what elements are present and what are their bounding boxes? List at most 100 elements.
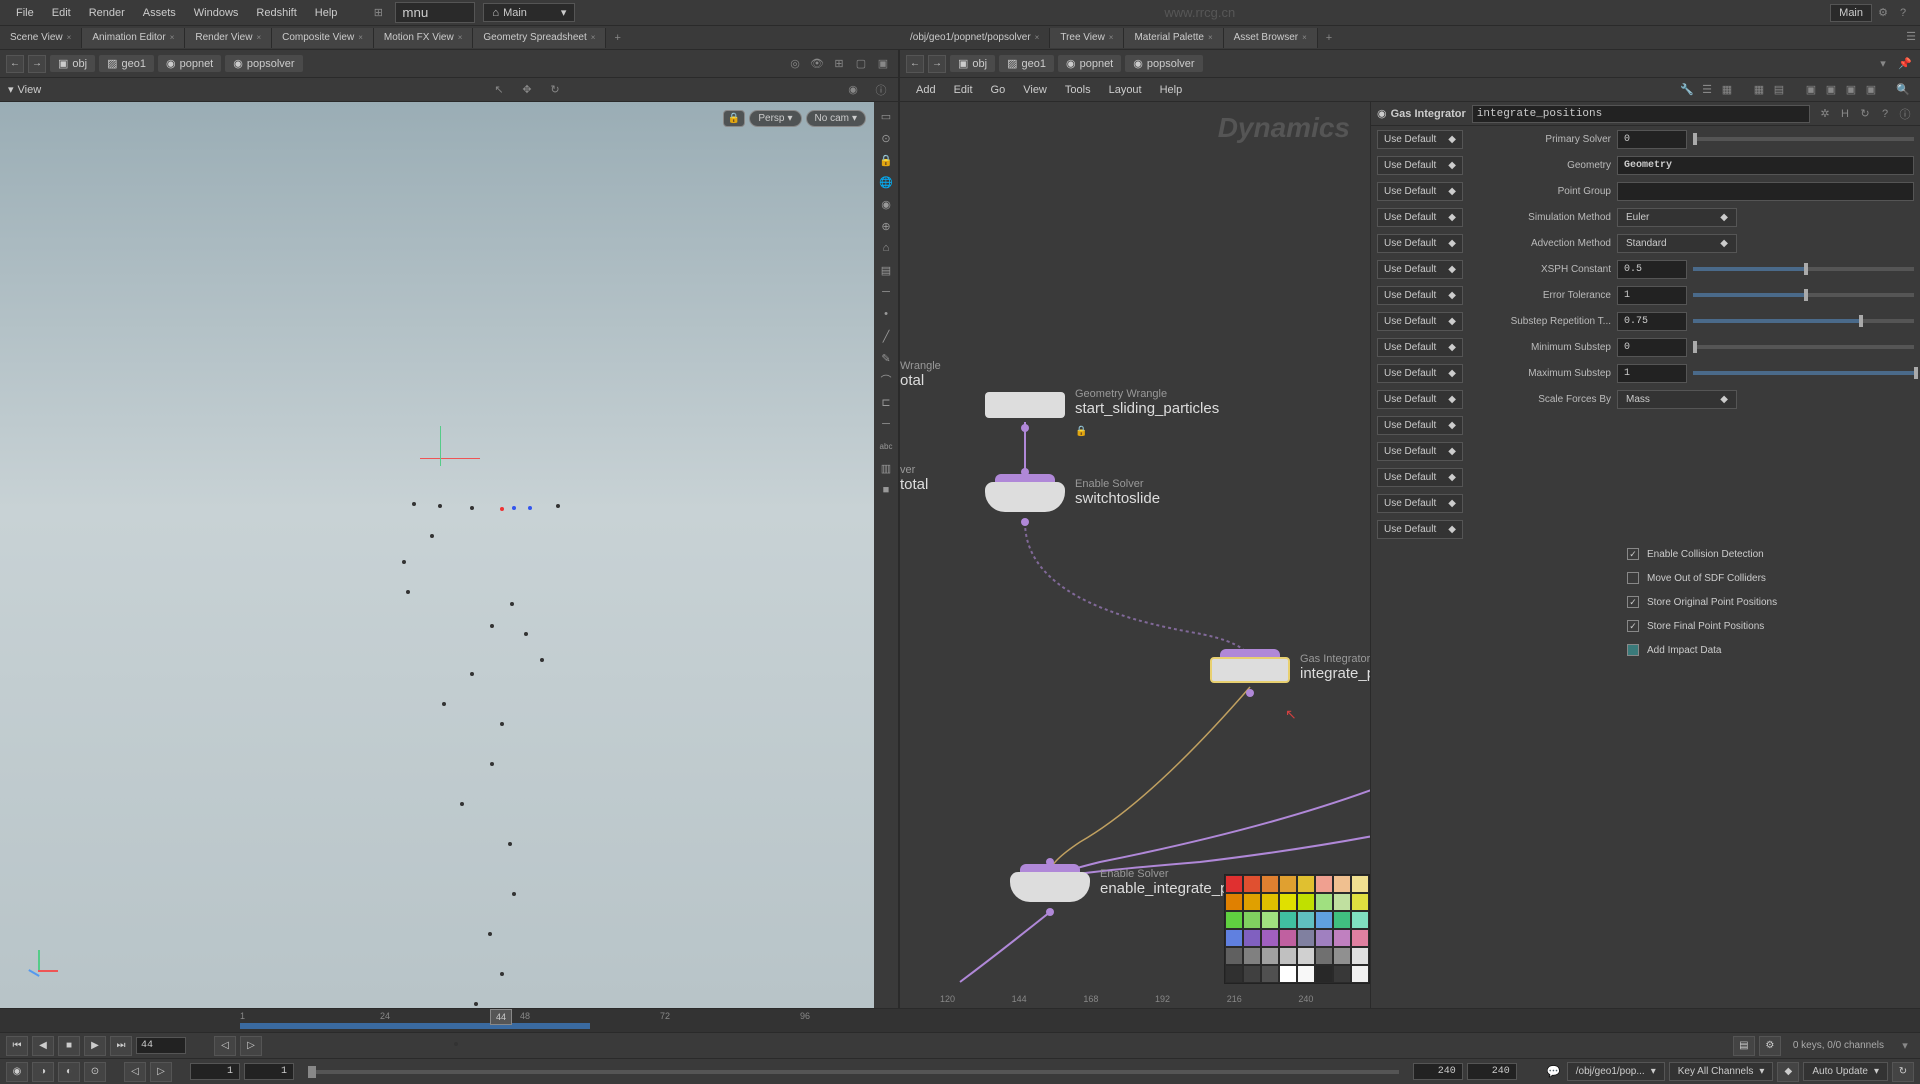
color-swatch[interactable] [1333,893,1351,911]
tab-motion-fx-view[interactable]: Motion FX View× [374,28,474,48]
layout2-icon[interactable]: ▤ [1770,81,1788,99]
param-value-input[interactable] [1617,364,1687,383]
step-fwd-button[interactable]: ▷ [240,1036,262,1056]
node-start-sliding[interactable]: Geometry Wranglestart_sliding_particles … [985,392,1065,418]
color-palette[interactable] [1224,874,1370,984]
color-swatch[interactable] [1225,929,1243,947]
color-swatch[interactable] [1225,893,1243,911]
menu-icon[interactable]: ▾ [1874,55,1892,73]
viewport-3d[interactable]: 🔒 Persp ▾ No cam ▾ [0,102,874,1008]
opt3-icon[interactable]: ▣ [1842,81,1860,99]
select-icon[interactable]: ↖ [490,81,508,99]
view-select[interactable]: ▾ View [8,83,41,96]
color-swatch[interactable] [1297,929,1315,947]
param-slider[interactable] [1693,137,1914,141]
h-icon[interactable]: H [1836,105,1854,123]
bc-geo1[interactable]: ▨geo1 [99,55,154,72]
color-swatch[interactable] [1297,965,1315,983]
bb-next[interactable]: ▷ [150,1062,172,1082]
bc-obj[interactable]: ▣obj [50,55,95,72]
tab-asset-browser[interactable]: Asset Browser× [1224,28,1318,48]
color-swatch[interactable] [1243,965,1261,983]
layout1-icon[interactable]: ▦ [1750,81,1768,99]
color-swatch[interactable] [1315,929,1333,947]
param-value-input[interactable] [1617,312,1687,331]
color-swatch[interactable] [1351,965,1369,983]
bc-geo1[interactable]: ▨geo1 [999,55,1054,72]
param-checkbox-row[interactable]: Store Final Point Positions [1371,614,1920,638]
first-frame-button[interactable]: ⏮ [6,1036,28,1056]
keys-menu-icon[interactable]: ▾ [1896,1037,1914,1055]
checkbox[interactable] [1627,644,1639,656]
param-dropdown[interactable]: Euler◆ [1617,208,1737,227]
color-swatch[interactable] [1261,929,1279,947]
menu-assets[interactable]: Assets [135,3,184,23]
forward-button[interactable]: → [928,55,946,73]
use-default-dropdown[interactable]: Use Default◆ [1377,364,1463,383]
param-checkbox-row[interactable]: Enable Collision Detection [1371,542,1920,566]
checkbox[interactable] [1627,596,1639,608]
color-swatch[interactable] [1297,893,1315,911]
node-menu-go[interactable]: Go [983,80,1014,100]
bb-btn2[interactable]: ◑ [32,1062,54,1082]
color-swatch[interactable] [1333,929,1351,947]
bc-popsolver[interactable]: ◉popsolver [1125,55,1202,72]
color-swatch[interactable] [1279,965,1297,983]
bb-prev[interactable]: ◁ [124,1062,146,1082]
use-default-dropdown[interactable]: Use Default◆ [1377,338,1463,357]
close-icon[interactable]: × [591,33,596,42]
use-default-dropdown[interactable]: Use Default◆ [1377,156,1463,175]
close-icon[interactable]: × [1302,33,1307,42]
current-frame-input[interactable] [136,1037,186,1054]
tool-lock-icon[interactable]: 🔒 [876,150,896,170]
color-swatch[interactable] [1315,893,1333,911]
param-value-input[interactable] [1617,338,1687,357]
bc-popsolver[interactable]: ◉popsolver [225,55,302,72]
use-default-dropdown[interactable]: Use Default◆ [1377,182,1463,201]
color-swatch[interactable] [1243,893,1261,911]
color-swatch[interactable] [1243,929,1261,947]
color-swatch[interactable] [1333,947,1351,965]
node-canvas[interactable]: Dynamics Wrangle otal ver t [900,102,1370,1008]
use-default-dropdown[interactable]: Use Default◆ [1377,130,1463,149]
node-menu-add[interactable]: Add [908,80,944,100]
color-swatch[interactable] [1261,875,1279,893]
color-swatch[interactable] [1243,911,1261,929]
use-default-dropdown[interactable]: Use Default◆ [1377,286,1463,305]
menu-redshift[interactable]: Redshift [248,3,304,23]
help-icon[interactable]: ? [1876,105,1894,123]
tool-text-icon[interactable]: abc [876,436,896,456]
context-dropdown[interactable]: ⌂Main▾ [483,3,575,22]
last-frame-button[interactable]: ⏭ [110,1036,132,1056]
key-add-button[interactable]: ◆ [1777,1062,1799,1082]
camera-icon[interactable]: ▣ [874,55,892,73]
tool-pointer-icon[interactable]: ▭ [876,106,896,126]
opt1-icon[interactable]: ▣ [1802,81,1820,99]
use-default-dropdown[interactable]: Use Default◆ [1377,234,1463,253]
rotate-icon[interactable]: ↻ [546,81,564,99]
color-swatch[interactable] [1279,947,1297,965]
tab-render-view[interactable]: Render View× [185,28,272,48]
right-context-dropdown[interactable]: Main [1830,4,1872,22]
param-value-input[interactable] [1617,286,1687,305]
param-checkbox-row[interactable]: Store Original Point Positions [1371,590,1920,614]
node-menu-layout[interactable]: Layout [1101,80,1150,100]
camera-badge[interactable]: No cam ▾ [806,110,866,127]
param-dropdown[interactable]: Standard◆ [1617,234,1737,253]
wrench-icon[interactable]: 🔧 [1678,81,1696,99]
close-icon[interactable]: × [67,33,72,42]
color-swatch[interactable] [1225,911,1243,929]
close-icon[interactable]: × [458,33,463,42]
tool-layers-icon[interactable]: ▤ [876,260,896,280]
ghost-icon[interactable]: ◎ [786,55,804,73]
tab-node-path[interactable]: /obj/geo1/popnet/popsolver× [900,28,1050,48]
step-back-button[interactable]: ◁ [214,1036,236,1056]
use-default-dropdown[interactable]: Use Default◆ [1377,494,1463,513]
color-swatch[interactable] [1261,965,1279,983]
param-value-input[interactable] [1617,130,1687,149]
tab-material-palette[interactable]: Material Palette× [1124,28,1223,48]
node-menu-view[interactable]: View [1015,80,1055,100]
tool-home-icon[interactable]: ⌂ [876,238,896,258]
close-icon[interactable]: × [358,33,363,42]
pin-icon[interactable]: 📌 [1896,55,1914,73]
